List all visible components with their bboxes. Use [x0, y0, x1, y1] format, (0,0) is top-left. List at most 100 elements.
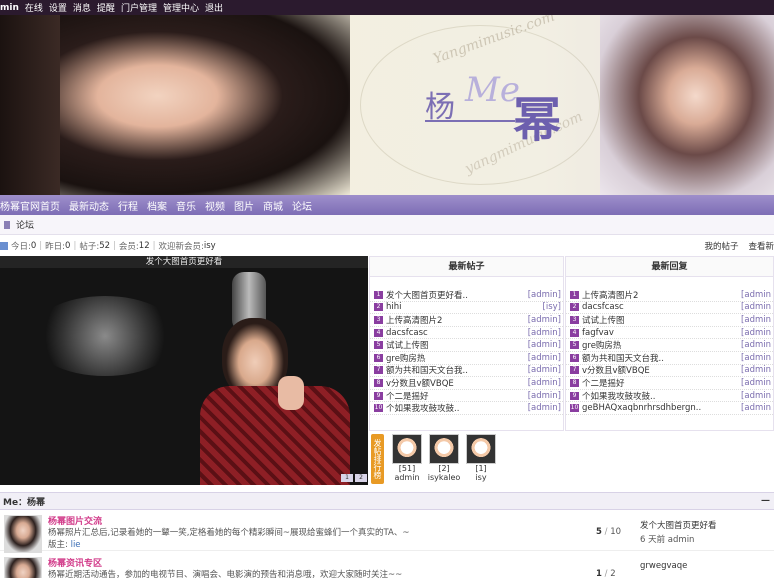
ranking-user[interactable]: [1] isy [463, 434, 499, 482]
post-title[interactable]: 个二是摇好 [386, 390, 528, 402]
post-author[interactable]: [admin] [528, 403, 561, 413]
topbar-username[interactable]: min [0, 3, 19, 13]
reply-title[interactable]: 个二是摇好 [582, 377, 741, 389]
nav-news[interactable]: 最新动态 [69, 198, 109, 213]
list-item[interactable]: 2 dacsfcasc [admin [566, 302, 773, 315]
list-item[interactable]: 9 个如果我攻鼓攻鼓.. [admin [566, 390, 773, 403]
nav-profile[interactable]: 档案 [147, 198, 167, 213]
reply-title[interactable]: 上传高清图片2 [582, 289, 741, 301]
forum-row[interactable]: 杨幂图片交流 杨幂照片汇总后,记录着她的一颦一笑,定格着她的每个精彩瞬间~展现给… [0, 511, 774, 553]
post-title[interactable]: 试试上传图 [386, 339, 528, 351]
post-author[interactable]: [admin] [528, 340, 561, 350]
reply-title[interactable]: 个如果我攻鼓攻鼓.. [582, 390, 741, 402]
post-author[interactable]: [isy] [543, 302, 561, 312]
post-title[interactable]: gre购房热 [386, 352, 528, 364]
topbar-logout[interactable]: 退出 [205, 1, 223, 14]
reply-title[interactable]: v分数且v额VBQE [582, 364, 741, 376]
list-item[interactable]: 1 发个大图首页更好看.. [admin] [370, 289, 563, 302]
list-item[interactable]: 4 dacsfcasc [admin] [370, 327, 563, 340]
list-item[interactable]: 2 hihi [isy] [370, 302, 563, 315]
reply-title[interactable]: 额为共和国天文台我.. [582, 352, 741, 364]
list-item[interactable]: 3 上传高清图片2 [admin] [370, 314, 563, 327]
featured-title[interactable]: 发个大图首页更好看 [0, 256, 368, 268]
list-item[interactable]: 5 gre购房热 [admin [566, 339, 773, 352]
post-author[interactable]: [admin] [528, 315, 561, 325]
nav-shop[interactable]: 商城 [263, 198, 283, 213]
list-item[interactable]: 6 额为共和国天文台我.. [admin [566, 352, 773, 365]
post-title[interactable]: hihi [386, 302, 543, 312]
list-item[interactable]: 7 额为共和国天文台我.. [admin] [370, 365, 563, 378]
post-author[interactable]: [admin] [528, 328, 561, 338]
reply-author[interactable]: [admin [741, 365, 771, 375]
featured-slideshow[interactable]: 发个大图首页更好看 1 2 [0, 256, 368, 485]
reply-author[interactable]: [admin [741, 403, 771, 413]
reply-title[interactable]: geBHAQxaqbnrhrsdhbergn.. [582, 403, 741, 413]
last-post-title[interactable]: 发个大图首页更好看 [640, 519, 717, 531]
post-title[interactable]: 额为共和国天文台我.. [386, 364, 528, 376]
reply-title[interactable]: fagfvav [582, 328, 741, 338]
ranking-user[interactable]: [51] admin [389, 434, 425, 482]
topbar-online[interactable]: 在线 [25, 1, 43, 14]
forum-row[interactable]: 杨幂资讯专区 杨幂近期活动通告，参加的电视节目、演唱会、电影演的预告和消息哦，欢… [0, 553, 774, 578]
avatar[interactable] [429, 434, 459, 464]
post-title[interactable]: 上传高清图片2 [386, 314, 528, 326]
nav-forum[interactable]: 论坛 [292, 198, 312, 213]
post-author[interactable]: [admin] [528, 391, 561, 401]
list-item[interactable]: 3 试试上传图 [admin [566, 314, 773, 327]
view-new-link[interactable]: 查看新 [748, 240, 774, 252]
reply-author[interactable]: [admin [741, 378, 771, 388]
site-logo[interactable]: Me 杨 幂 [425, 70, 565, 160]
forum-icon[interactable] [4, 515, 42, 553]
post-author[interactable]: [admin] [528, 290, 561, 300]
slide-control-2[interactable]: 2 [355, 474, 367, 482]
nav-schedule[interactable]: 行程 [118, 198, 138, 213]
topbar-messages[interactable]: 消息 [73, 1, 91, 14]
topbar-portal-admin[interactable]: 门户管理 [121, 1, 157, 14]
reply-author[interactable]: [admin [741, 340, 771, 350]
post-author[interactable]: [admin] [528, 365, 561, 375]
my-posts-link[interactable]: 我的帖子 [704, 240, 738, 252]
forum-icon[interactable] [4, 557, 42, 578]
post-title[interactable]: dacsfcasc [386, 328, 528, 338]
nav-official-home[interactable]: 杨幂官网首页 [0, 198, 60, 213]
breadcrumb-current[interactable]: 论坛 [16, 218, 34, 231]
reply-author[interactable]: [admin [741, 328, 771, 338]
ranking-username[interactable]: isykaleo [426, 473, 462, 482]
list-item[interactable]: 7 v分数且v额VBQE [admin [566, 365, 773, 378]
reply-title[interactable]: dacsfcasc [582, 302, 741, 312]
reply-author[interactable]: [admin [741, 391, 771, 401]
reply-author[interactable]: [admin [741, 302, 771, 312]
reply-author[interactable]: [admin [741, 315, 771, 325]
topbar-admin-center[interactable]: 管理中心 [163, 1, 199, 14]
home-icon[interactable] [4, 220, 10, 229]
topbar-settings[interactable]: 设置 [49, 1, 67, 14]
reply-title[interactable]: gre购房热 [582, 339, 741, 351]
reply-author[interactable]: [admin [741, 353, 771, 363]
topbar-reminders[interactable]: 提醒 [97, 1, 115, 14]
list-item[interactable]: 8 v分数且v额VBQE [admin] [370, 377, 563, 390]
reply-title[interactable]: 试试上传图 [582, 314, 741, 326]
post-title[interactable]: v分数且v额VBQE [386, 377, 528, 389]
post-title[interactable]: 发个大图首页更好看.. [386, 289, 528, 301]
list-item[interactable]: 8 个二是摇好 [admin [566, 377, 773, 390]
avatar[interactable] [392, 434, 422, 464]
last-post-title[interactable]: grwegvaqe [640, 561, 687, 571]
avatar[interactable] [466, 434, 496, 464]
post-author[interactable]: [admin] [528, 378, 561, 388]
ranking-user[interactable]: [2] isykaleo [426, 434, 462, 482]
nav-video[interactable]: 视频 [205, 198, 225, 213]
list-item[interactable]: 10 个如果我攻鼓攻鼓.. [admin] [370, 402, 563, 415]
list-item[interactable]: 5 试试上传图 [admin] [370, 339, 563, 352]
reply-author[interactable]: [admin [741, 290, 771, 300]
list-item[interactable]: 10 geBHAQxaqbnrhrsdhbergn.. [admin [566, 402, 773, 415]
list-item[interactable]: 1 上传高清图片2 [admin [566, 289, 773, 302]
post-title[interactable]: 个如果我攻鼓攻鼓.. [386, 402, 528, 414]
category-title[interactable]: Me：杨幂 [3, 495, 45, 508]
nav-music[interactable]: 音乐 [176, 198, 196, 213]
slide-control-1[interactable]: 1 [341, 474, 353, 482]
collapse-icon[interactable]: — [761, 496, 770, 506]
stats-newest-member[interactable]: isy [204, 241, 216, 251]
post-author[interactable]: [admin] [528, 353, 561, 363]
moderator-name[interactable]: lie [71, 540, 81, 550]
list-item[interactable]: 6 gre购房热 [admin] [370, 352, 563, 365]
